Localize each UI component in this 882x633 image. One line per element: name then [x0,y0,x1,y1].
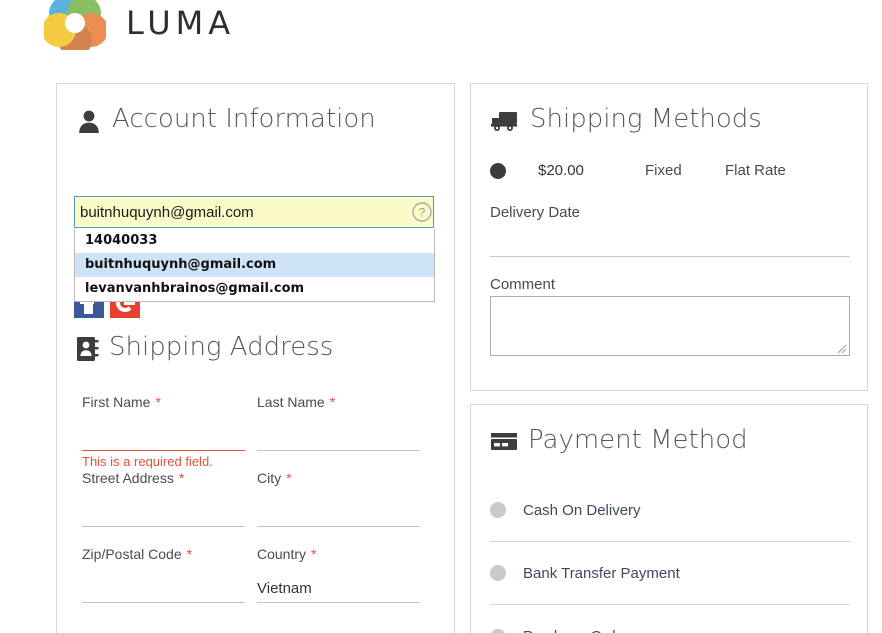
shipping-method-radio-selected[interactable] [490,163,506,179]
city-field-cell: City * [257,464,432,540]
truck-icon [490,109,520,133]
first-name-label: First Name * [82,388,242,410]
payment-radio[interactable] [490,565,506,581]
zip-input-underline[interactable] [82,602,245,603]
shipping-methods-panel: Shipping Methods $20.00 Fixed Flat Rate … [470,83,868,391]
last-name-label: Last Name * [257,388,417,410]
site-header: LUMA [0,0,882,62]
payment-method-options: Cash On Delivery Bank Transfer Payment P… [490,479,850,633]
textarea-resize-handle[interactable] [835,342,847,354]
country-label-text: Country [257,546,307,562]
logo[interactable]: LUMA [44,0,294,54]
payment-option-label: Purchase Order [523,628,629,633]
user-icon [76,108,102,134]
form-row: First Name * This is a required field. La… [82,388,432,469]
shipping-address-title: Shipping Address [109,332,334,362]
delivery-date-label: Delivery Date [490,204,581,221]
payment-method-heading: Payment Method [490,427,748,456]
shipping-address-form: First Name * This is a required field. La… [82,388,432,616]
street-address-field-cell: Street Address * [82,464,257,540]
country-required-marker: * [311,546,317,562]
payment-option-bank-transfer[interactable]: Bank Transfer Payment [490,542,850,605]
last-name-label-text: Last Name [257,394,325,410]
payment-option-label: Cash On Delivery [523,501,641,519]
shipping-methods-title: Shipping Methods [530,104,762,134]
account-information-heading: Account Information [76,106,376,135]
payment-option-label: Bank Transfer Payment [523,564,680,582]
autocomplete-option[interactable]: levanvanhbrainos@gmail.com [75,277,434,301]
shipping-method-name: Fixed [645,162,682,179]
country-select-underline[interactable] [257,602,420,603]
form-row: Zip/Postal Code * Country * Vietnam [82,540,432,616]
city-required-marker: * [286,470,292,486]
autocomplete-option[interactable]: 14040033 [75,229,434,253]
first-name-label-text: First Name [82,394,151,410]
shipping-address-heading: Shipping Address [75,334,333,363]
comment-textarea[interactable] [490,296,850,356]
divider [490,256,850,257]
luma-circles-logo-icon [44,0,106,50]
zip-label-text: Zip/Postal Code [82,546,182,562]
city-label: City * [257,464,417,486]
street-address-label: Street Address * [82,464,242,486]
payment-method-title: Payment Method [528,425,748,455]
question-circle-icon[interactable]: ? [412,202,432,222]
svg-text:?: ? [419,206,426,220]
shipping-method-price: $20.00 [538,162,584,179]
autocomplete-option-selected[interactable]: buitnhuquynh@gmail.com [75,253,434,277]
zip-label: Zip/Postal Code * [82,540,242,562]
payment-radio[interactable] [490,502,506,518]
country-value[interactable]: Vietnam [257,580,312,597]
shipping-method-carrier: Flat Rate [725,162,786,179]
street-address-input-underline[interactable] [82,526,245,527]
email-input[interactable] [74,196,434,228]
street-address-label-text: Street Address [82,470,174,486]
brand-name: LUMA [126,4,236,42]
email-autocomplete-dropdown[interactable]: 14040033 buitnhuquynh@gmail.com levanvan… [74,229,435,302]
shipping-methods-heading: Shipping Methods [490,106,762,135]
checkout-page: LUMA Account Information Email Address* … [0,0,882,633]
country-field-cell: Country * Vietnam [257,540,432,616]
payment-option-cash-on-delivery[interactable]: Cash On Delivery [490,479,850,542]
address-book-icon [75,336,99,362]
city-label-text: City [257,470,282,486]
first-name-input-underline[interactable] [82,450,245,451]
street-address-required-marker: * [178,470,185,486]
credit-card-icon [490,431,518,453]
comment-label: Comment [490,276,556,293]
last-name-required-marker: * [329,394,336,410]
zip-field-cell: Zip/Postal Code * [82,540,257,616]
country-label: Country * [257,540,417,562]
payment-method-panel: Payment Method Cash On Delivery Bank Tra… [470,404,868,633]
first-name-field-cell: First Name * This is a required field. [82,388,257,469]
shipping-method-row[interactable]: $20.00 Fixed Flat Rate [490,162,850,206]
payment-radio[interactable] [490,628,506,633]
zip-required-marker: * [186,546,193,562]
form-row: Street Address * City * [82,464,432,540]
first-name-required-marker: * [155,394,161,410]
last-name-field-cell: Last Name * [257,388,432,464]
last-name-input-underline[interactable] [257,450,420,451]
city-input-underline[interactable] [257,526,420,527]
payment-option-purchase-order[interactable]: Purchase Order [490,605,850,633]
account-information-title: Account Information [112,104,376,134]
